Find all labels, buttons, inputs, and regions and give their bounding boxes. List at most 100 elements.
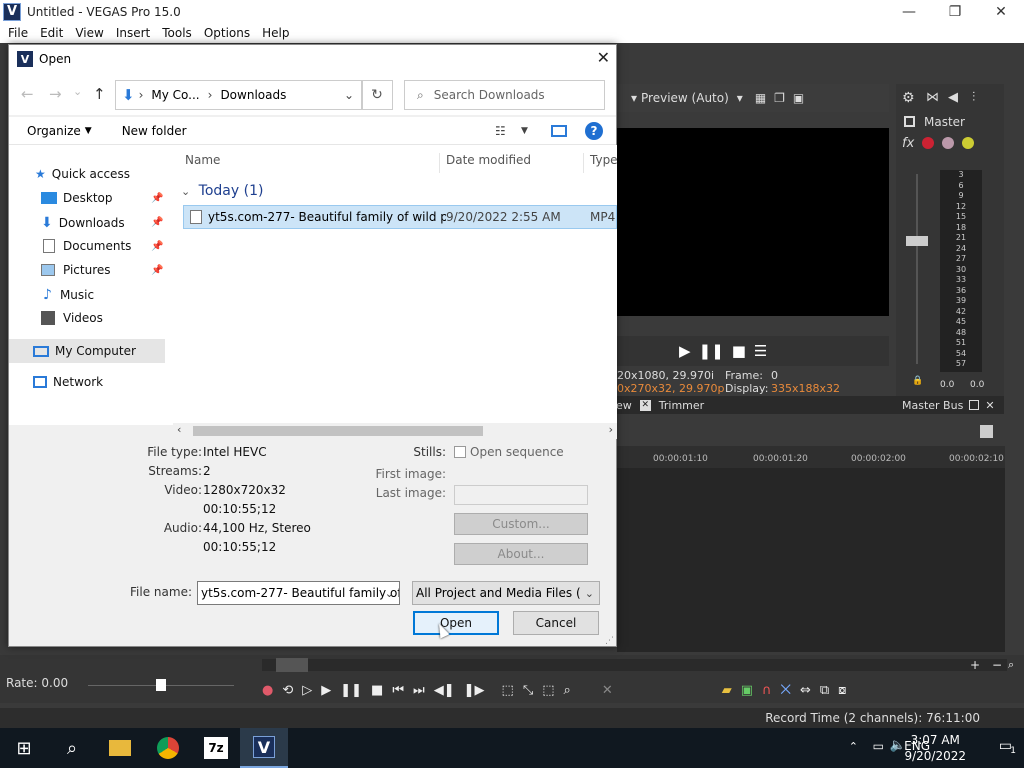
menu-edit[interactable]: Edit: [34, 26, 69, 40]
mixer-options-icon[interactable]: ⫶: [972, 90, 975, 105]
menu-options[interactable]: Options: [198, 26, 256, 40]
mute-icon[interactable]: [942, 137, 954, 149]
pause-icon[interactable]: ❚❚: [340, 683, 362, 698]
zoom-tool-icon[interactable]: ⌕: [564, 683, 571, 698]
pause-icon[interactable]: ❚❚: [699, 342, 724, 360]
chevron-down-icon[interactable]: ▼: [521, 126, 528, 136]
scroll-left-icon[interactable]: ‹: [177, 423, 181, 436]
chevron-down-icon[interactable]: ⌄: [385, 587, 394, 600]
lock-icon[interactable]: 🔒: [912, 376, 923, 386]
save-snapshot-icon[interactable]: ▣: [793, 91, 804, 105]
minimize-button[interactable]: —: [886, 0, 932, 23]
downmix-icon[interactable]: ⋈: [926, 90, 939, 105]
change-view-icon[interactable]: ☷: [495, 124, 506, 138]
chrome-icon[interactable]: [144, 728, 192, 768]
pin-icon[interactable]: 📌: [151, 241, 163, 252]
refresh-button[interactable]: ↻: [361, 80, 393, 110]
menu-view[interactable]: View: [69, 26, 109, 40]
column-divider[interactable]: [583, 153, 584, 173]
ripple-edit-icon[interactable]: ⇔: [800, 683, 811, 698]
selection-tool-icon[interactable]: ⬚: [542, 683, 554, 698]
nav-downloads[interactable]: ⬇ Downloads: [41, 215, 125, 231]
file-list-hscrollbar[interactable]: ‹ ›: [173, 423, 617, 439]
previous-frame-icon[interactable]: ◀❚: [434, 683, 455, 698]
organize-button[interactable]: Organize: [27, 124, 81, 138]
timeline-hscrollbar[interactable]: [262, 659, 1007, 671]
solo-icon[interactable]: [962, 137, 974, 149]
close-tab-icon[interactable]: ✕: [985, 399, 994, 412]
search-icon[interactable]: ⌕: [48, 728, 96, 768]
column-type[interactable]: Type: [590, 153, 618, 167]
file-name-input[interactable]: yt5s.com-277- Beautiful family of ⌄: [197, 581, 400, 605]
file-type-filter-dropdown[interactable]: All Project and Media Files (*.ve ⌄: [412, 581, 600, 605]
undock-icon[interactable]: [969, 400, 980, 410]
file-explorer-icon[interactable]: [96, 728, 144, 768]
hscroll-thumb[interactable]: [193, 426, 483, 436]
fx-icon[interactable]: fx: [902, 136, 914, 151]
back-arrow-icon[interactable]: ←: [21, 85, 34, 103]
taskbar-clock[interactable]: 3:07 AM 9/20/2022: [904, 732, 966, 764]
custom-button[interactable]: Custom...: [454, 513, 588, 535]
about-button[interactable]: About...: [454, 543, 588, 565]
hscroll-thumb[interactable]: [276, 658, 308, 672]
chevron-down-icon[interactable]: ▼: [85, 126, 92, 136]
scroll-right-icon[interactable]: ›: [609, 423, 613, 436]
close-button[interactable]: ✕: [978, 0, 1024, 23]
grid-icon[interactable]: ▦: [755, 91, 766, 105]
vegas-taskbar-icon[interactable]: V: [240, 728, 288, 768]
column-name[interactable]: Name: [185, 153, 220, 167]
maximize-button[interactable]: ❐: [932, 0, 978, 23]
help-icon[interactable]: ?: [585, 121, 603, 140]
close-tab-icon[interactable]: ✕: [639, 399, 651, 411]
go-to-start-icon[interactable]: ⏮: [392, 683, 404, 698]
open-button[interactable]: Open: [413, 611, 499, 635]
7zip-icon[interactable]: 7z: [192, 728, 240, 768]
zoom-tool-icon[interactable]: ⌕: [1008, 658, 1014, 672]
search-input[interactable]: ⌕ Search Downloads: [404, 80, 605, 110]
dialog-close-button[interactable]: ✕: [597, 48, 610, 67]
region-icon[interactable]: ▣: [741, 683, 753, 698]
lock-envelopes-icon[interactable]: ⧉: [820, 683, 829, 698]
start-icon[interactable]: ⊞: [0, 728, 48, 768]
preview-pane-icon[interactable]: [551, 124, 567, 137]
nav-music[interactable]: ♪ Music: [41, 287, 94, 303]
network-tray-icon[interactable]: ▭: [873, 739, 884, 753]
stop-icon[interactable]: ■: [371, 683, 383, 698]
chevron-down-icon[interactable]: ⌄: [344, 88, 354, 102]
pin-icon[interactable]: 📌: [151, 217, 163, 228]
column-divider[interactable]: [439, 153, 440, 173]
zoom-in-icon[interactable]: +: [970, 658, 980, 672]
normal-edit-tool-icon[interactable]: ⬚: [502, 683, 514, 698]
zoom-out-icon[interactable]: −: [992, 658, 1002, 672]
chevron-up-icon[interactable]: ⌃: [849, 740, 858, 753]
nav-pictures[interactable]: Pictures: [41, 263, 111, 277]
chevron-down-icon[interactable]: ▾: [737, 91, 743, 105]
delete-icon[interactable]: ✕: [602, 683, 613, 698]
record-icon[interactable]: ●: [262, 683, 273, 698]
copy-snapshot-icon[interactable]: ❐: [774, 91, 785, 105]
nav-my-computer[interactable]: My Computer: [9, 339, 165, 363]
marker-icon[interactable]: ▰: [722, 683, 732, 698]
preview-quality-dropdown[interactable]: Preview (Auto): [641, 91, 729, 105]
snapping-icon[interactable]: ∩: [762, 683, 772, 698]
menu-insert[interactable]: Insert: [110, 26, 156, 40]
up-arrow-icon[interactable]: ↑: [93, 85, 106, 103]
menu-help[interactable]: Help: [256, 26, 295, 40]
auto-crossfade-icon[interactable]: ⨉: [781, 683, 791, 698]
menu-icon[interactable]: ☰: [754, 342, 767, 360]
open-sequence-checkbox[interactable]: [454, 446, 466, 458]
timeline-tracks-area[interactable]: [617, 468, 1005, 652]
resize-grip-icon[interactable]: ⋰: [605, 636, 614, 646]
nav-network[interactable]: Network: [33, 375, 103, 389]
next-frame-icon[interactable]: ❚▶: [464, 683, 485, 698]
stop-icon[interactable]: ■: [732, 342, 746, 360]
speaker-icon[interactable]: ◀: [948, 90, 958, 105]
master-checkbox-icon[interactable]: [904, 116, 915, 127]
comment-icon[interactable]: [980, 425, 993, 438]
nav-desktop[interactable]: Desktop: [41, 191, 113, 205]
menu-tools[interactable]: Tools: [156, 26, 198, 40]
loop-icon[interactable]: ⟲: [282, 683, 293, 698]
cancel-button[interactable]: Cancel: [513, 611, 599, 635]
notification-icon[interactable]: ▭ 1: [999, 738, 1016, 756]
nav-quick-access[interactable]: ★ Quick access: [35, 167, 130, 181]
